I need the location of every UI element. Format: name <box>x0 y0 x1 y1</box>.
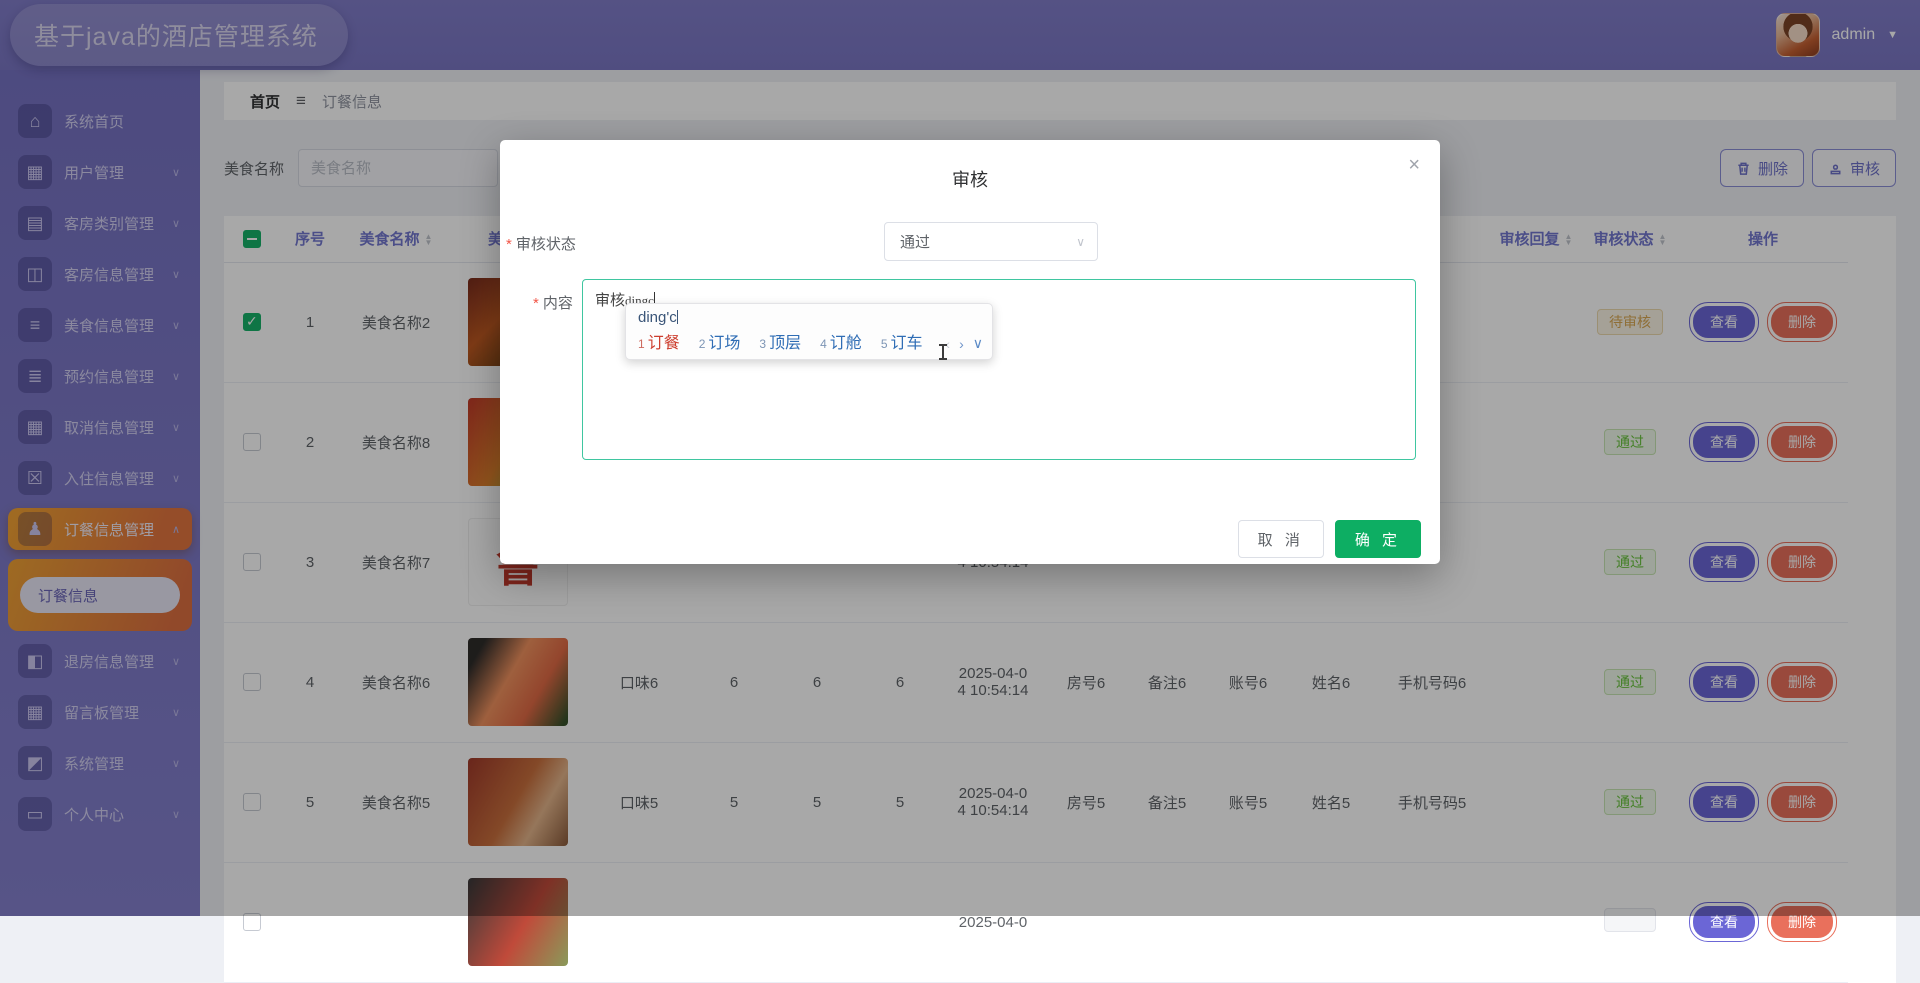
ime-candidate-text: 顶层 <box>769 335 801 352</box>
content-text-cjk: 审核 <box>595 292 625 309</box>
required-mark: * <box>506 236 512 253</box>
ime-composition: ding'c <box>638 309 982 326</box>
ime-expand-icon[interactable]: ∨ <box>973 335 983 352</box>
ime-candidate-index: 1 <box>638 337 645 351</box>
ime-candidate-text: 订场 <box>708 335 740 352</box>
text-cursor <box>938 344 948 362</box>
ime-candidate-text: 订车 <box>891 335 923 352</box>
modal-title: 审核 <box>500 166 1440 192</box>
ime-candidate[interactable]: 3顶层 <box>759 329 801 353</box>
ime-candidate[interactable]: 5订车 <box>881 329 923 353</box>
ime-candidate[interactable]: 4订舱 <box>820 329 862 353</box>
cell-detail-line: 2025-04-0 <box>940 914 1046 931</box>
ime-candidate[interactable]: 2订场 <box>699 329 741 353</box>
ime-candidate-text: 订舱 <box>830 335 862 352</box>
ime-candidate-text: 订餐 <box>648 335 680 352</box>
close-icon[interactable]: × <box>1408 154 1420 177</box>
required-mark: * <box>533 295 539 312</box>
ime-controls: ‹ › ∨ <box>945 335 983 352</box>
status-select-value: 通过 <box>900 231 1076 252</box>
ime-next-icon[interactable]: › <box>959 336 964 352</box>
content-label-text: 内容 <box>543 295 573 312</box>
ime-candidate-index: 2 <box>699 337 706 351</box>
cancel-button[interactable]: 取 消 <box>1238 520 1324 558</box>
status-select[interactable]: 通过 ∨ <box>884 222 1098 261</box>
ime-candidate[interactable]: 1订餐 <box>638 329 680 353</box>
ime-caret <box>677 310 678 324</box>
ime-composition-text: ding'c <box>638 309 677 326</box>
confirm-button[interactable]: 确 定 <box>1335 520 1421 558</box>
status-field-label: *审核状态 <box>506 233 576 254</box>
ime-candidates: 1订餐 2订场 3顶层 4订舱 5订车 <box>638 329 982 353</box>
ime-candidate-index: 3 <box>759 337 766 351</box>
chevron-down-icon: ∨ <box>1076 235 1085 249</box>
modal-footer: 取 消 确 定 <box>500 520 1440 558</box>
ime-candidate-index: 4 <box>820 337 827 351</box>
content-field-label: *内容 <box>533 292 573 313</box>
ime-candidate-index: 5 <box>881 337 888 351</box>
status-label-text: 审核状态 <box>516 236 576 253</box>
